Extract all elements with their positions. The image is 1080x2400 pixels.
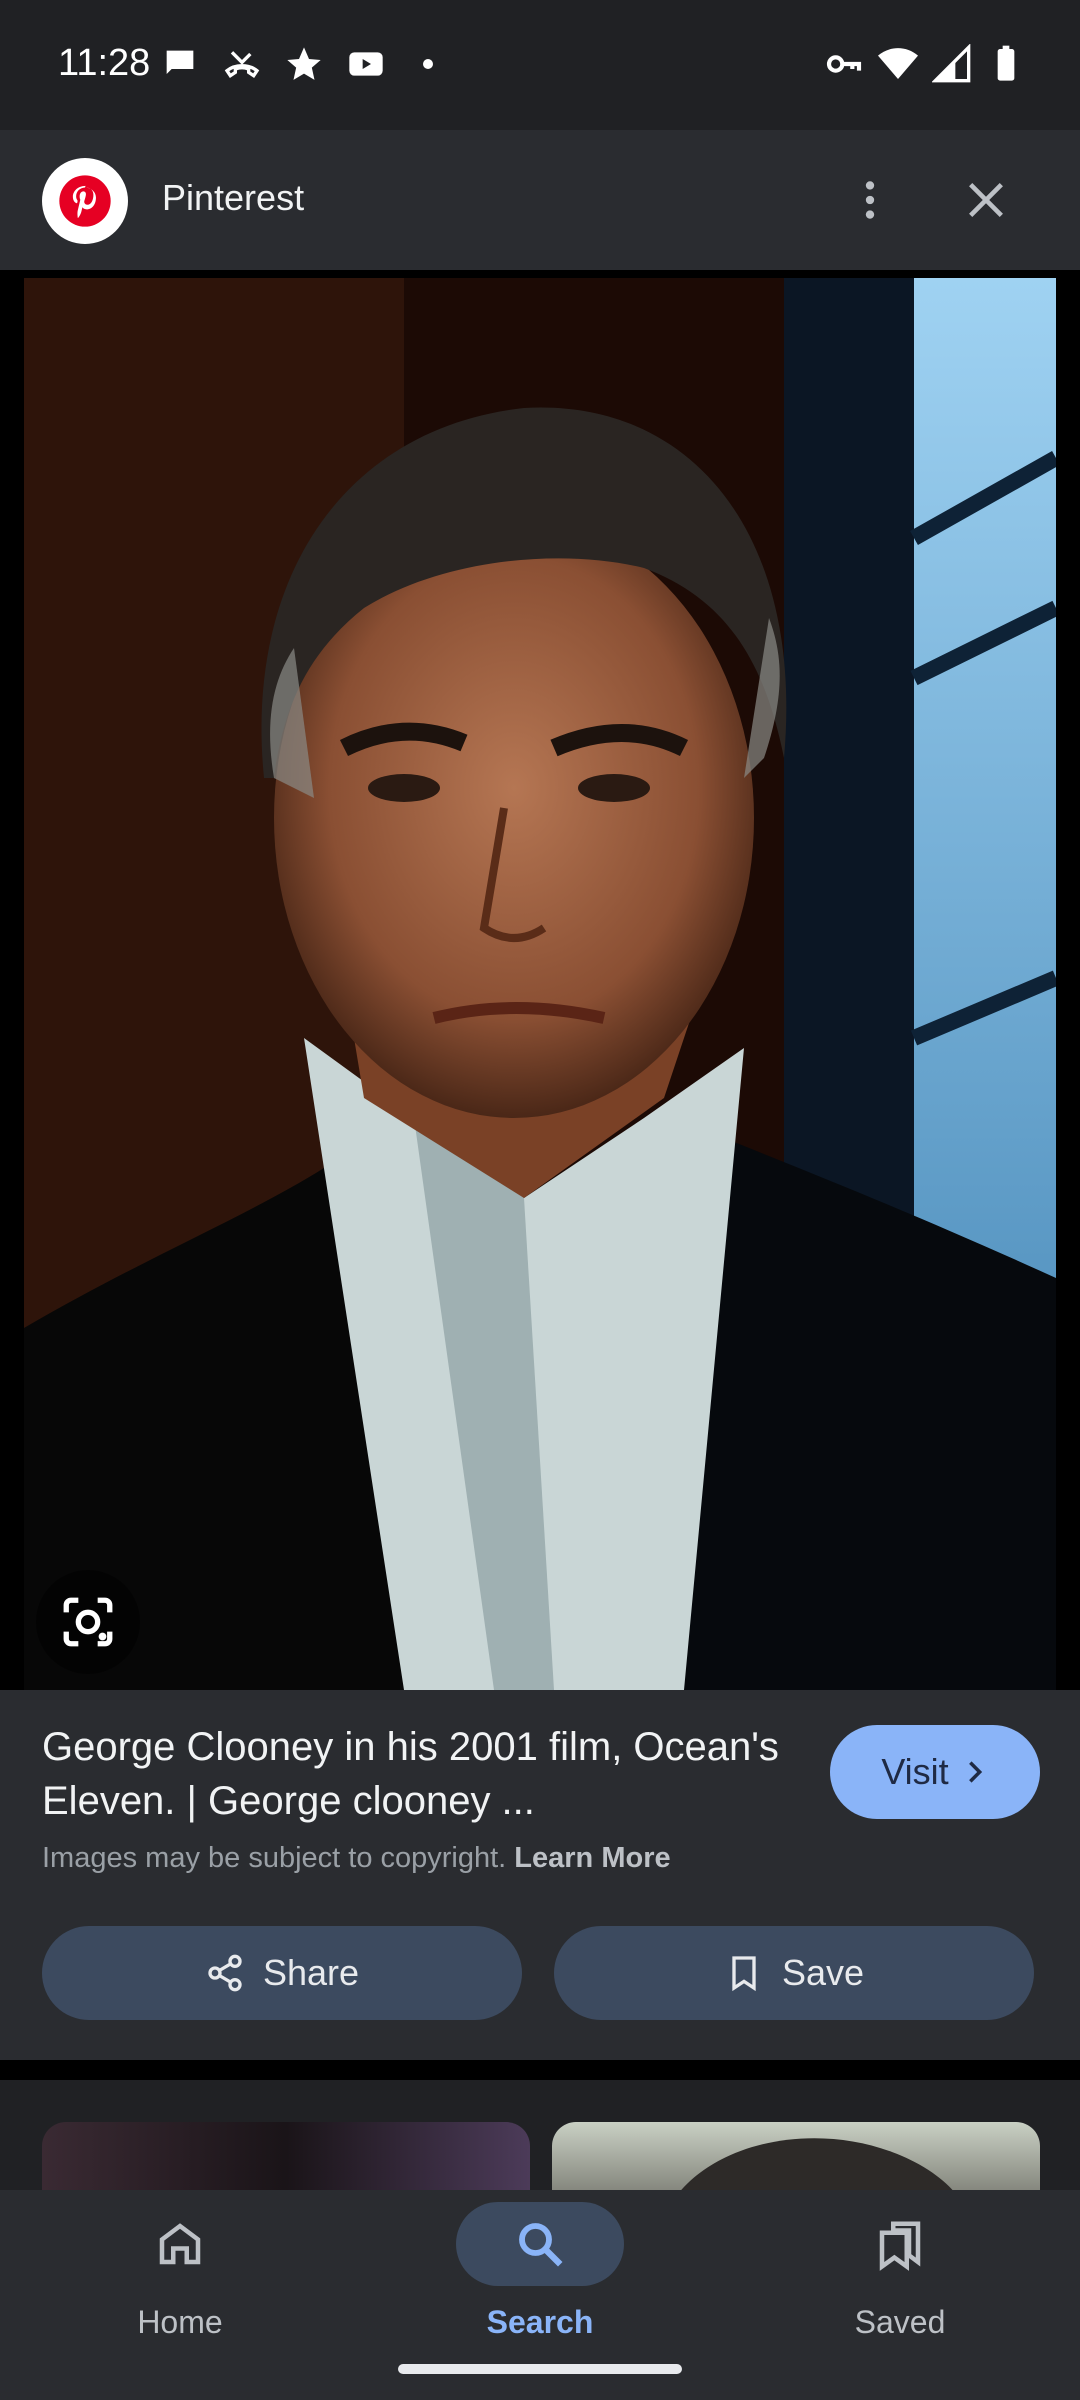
chevron-right-icon — [968, 1761, 982, 1783]
copyright-text: Images may be subject to copyright. — [42, 1842, 507, 1874]
google-lens-button[interactable] — [36, 1570, 140, 1674]
close-button[interactable] — [956, 170, 1016, 230]
status-time: 11:28 — [58, 42, 151, 84]
search-icon — [519, 2223, 563, 2267]
nav-search[interactable]: Search — [390, 2190, 690, 2350]
share-button[interactable]: Share — [42, 1926, 522, 2020]
copyright-notice: Images may be subject to copyright. Lear… — [42, 1842, 671, 1875]
google-lens-icon — [63, 1597, 113, 1647]
pinterest-logo-icon[interactable] — [42, 158, 128, 244]
nav-search-icon-wrap — [456, 2202, 624, 2286]
close-icon — [969, 183, 1003, 217]
wifi-icon — [878, 48, 918, 79]
home-icon — [159, 2223, 201, 2265]
visit-label: Visit — [881, 1751, 949, 1792]
save-label: Save — [781, 1952, 865, 1993]
nav-home-label: Home — [137, 2304, 223, 2340]
share-icon — [208, 1954, 242, 1992]
status-icons-left — [160, 44, 448, 84]
bookmark-icon — [732, 1956, 756, 1992]
screen: 11:28 Pinterest George Clooney in his 20… — [0, 0, 1080, 2400]
save-button[interactable]: Save — [554, 1926, 1034, 2020]
star-icon — [287, 47, 321, 80]
chat-bubble-icon — [166, 50, 194, 74]
dot-icon — [423, 59, 433, 69]
pinterest-icon — [59, 175, 111, 227]
nav-saved-icon-wrap — [816, 2202, 984, 2286]
home-indicator[interactable] — [398, 2364, 682, 2374]
missed-call-icon — [224, 51, 260, 78]
source-header: Pinterest — [0, 130, 1080, 270]
nav-home[interactable]: Home — [30, 2190, 330, 2350]
more-options-button[interactable] — [840, 170, 900, 230]
nav-search-label: Search — [486, 2304, 594, 2340]
status-bar: 11:28 — [0, 0, 1080, 130]
source-name[interactable]: Pinterest — [162, 177, 304, 219]
result-info-card: George Clooney in his 2001 film, Ocean's… — [0, 1690, 1080, 2060]
vpn-key-icon — [826, 55, 862, 73]
battery-icon — [997, 45, 1015, 81]
youtube-icon — [349, 52, 383, 76]
nav-saved[interactable]: Saved — [750, 2190, 1050, 2350]
main-photo[interactable] — [24, 278, 1056, 1690]
visit-button[interactable]: Visit — [830, 1725, 1040, 1819]
more-vert-icon — [865, 181, 875, 219]
nav-home-icon-wrap — [96, 2202, 264, 2286]
portrait-illustration — [24, 278, 1056, 1690]
result-title[interactable]: George Clooney in his 2001 film, Ocean's… — [42, 1720, 802, 1828]
signal-icon — [932, 44, 971, 83]
nav-saved-label: Saved — [854, 2304, 946, 2340]
saved-icon — [879, 2221, 921, 2271]
image-viewer — [0, 270, 1080, 1690]
share-label: Share — [262, 1952, 360, 1993]
status-icons-right — [824, 44, 1026, 84]
learn-more-link[interactable]: Learn More — [514, 1842, 670, 1874]
related-images — [0, 2080, 1080, 2202]
